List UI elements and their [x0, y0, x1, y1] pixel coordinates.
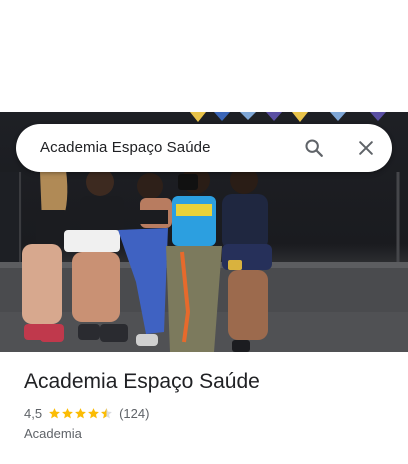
star-icon [88, 407, 99, 418]
search-icon [305, 139, 323, 157]
clear-search-button[interactable] [352, 134, 380, 162]
search-input[interactable]: Academia Espaço Saúde [40, 139, 211, 156]
search-button[interactable] [300, 134, 328, 162]
star-icon [75, 407, 86, 418]
star-icon [62, 407, 73, 418]
person-2 [64, 168, 128, 342]
star-half-icon [101, 407, 112, 418]
star-icon [49, 407, 60, 418]
rating-value: 4,5 [24, 405, 43, 421]
place-card: Academia Espaço Saúde Academia Espaço Sa… [0, 0, 408, 464]
bunting-flags [190, 112, 386, 122]
close-icon [359, 141, 373, 155]
place-category: Academia [24, 426, 82, 441]
place-title[interactable]: Academia Espaço Saúde [24, 370, 260, 394]
review-count[interactable]: (124) [119, 406, 149, 421]
search-bar[interactable]: Academia Espaço Saúde [16, 124, 392, 172]
rating-stars [48, 407, 113, 420]
person-4 [166, 166, 222, 352]
rating-row[interactable]: 4,5 (124) [24, 404, 149, 422]
person-5 [222, 166, 272, 352]
map-blank-area [0, 0, 408, 112]
